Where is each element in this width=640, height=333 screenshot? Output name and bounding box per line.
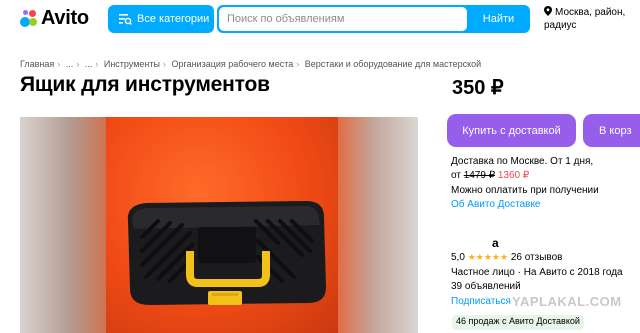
breadcrumb-item[interactable]: Главная xyxy=(20,59,54,69)
buy-with-delivery-button[interactable]: Купить с доставкой xyxy=(447,114,576,147)
sales-badge: 46 продаж с Авито Доставкой xyxy=(452,315,584,330)
breadcrumb-item[interactable]: ... xyxy=(85,59,93,69)
seller-type: Частное лицо · На Авито с 2018 года xyxy=(451,267,623,278)
find-button[interactable]: Найти xyxy=(467,5,530,33)
breadcrumb-item[interactable]: Инструменты xyxy=(104,59,160,69)
photo-blur-left xyxy=(20,117,106,333)
location-pin-icon xyxy=(544,6,552,16)
pay-on-receipt: Можно оплатить при получении xyxy=(451,185,599,196)
search-icon xyxy=(118,12,132,26)
search-bar: Найти xyxy=(217,5,530,33)
breadcrumb-item[interactable]: Организация рабочего места xyxy=(171,59,293,69)
subscribe-link[interactable]: Подписаться xyxy=(451,296,511,307)
reviews-link[interactable]: 26 отзывов xyxy=(511,252,563,263)
logo-text: Avito xyxy=(41,6,89,29)
about-delivery-link[interactable]: Об Авито Доставке xyxy=(451,199,541,210)
location-text: Москва, район, радиус xyxy=(544,7,626,31)
location-selector[interactable]: Москва, район, радиус xyxy=(544,6,640,32)
delivery-info: Доставка по Москве. От 1 дня, xyxy=(451,156,594,167)
seller-rating: 5,0 ★★★★★ 26 отзывов xyxy=(451,252,562,263)
seller-ads-count[interactable]: 39 объявлений xyxy=(451,281,521,292)
add-to-cart-button[interactable]: В корз xyxy=(583,114,640,147)
avito-logo[interactable]: Avito xyxy=(20,6,89,30)
watermark: YAPLAKAL.COM xyxy=(512,294,622,309)
delivery-price: от 1479 ₽ 1360 ₽ xyxy=(451,170,529,181)
seller-name[interactable]: а xyxy=(492,236,499,250)
toolbox-image xyxy=(106,117,338,333)
all-categories-label: Все категории xyxy=(137,13,210,25)
rating-stars-icon: ★★★★★ xyxy=(467,252,509,262)
delivery-from: от xyxy=(451,170,461,181)
breadcrumb: Главная › ... › ... › Инструменты › Организа… xyxy=(20,59,482,69)
site-header: Avito Все категории Найти Москва, район,… xyxy=(0,0,640,44)
breadcrumb-item[interactable]: ... xyxy=(66,59,74,69)
delivery-new-price: 1360 ₽ xyxy=(497,170,530,181)
logo-dots-icon xyxy=(20,9,38,27)
breadcrumb-item[interactable]: Верстаки и оборудование для мастерской xyxy=(305,59,481,69)
page-title: Ящик для инструментов xyxy=(20,73,270,96)
rating-value: 5,0 xyxy=(451,252,465,263)
delivery-old-price: 1479 ₽ xyxy=(463,170,496,181)
listing-photo[interactable] xyxy=(20,117,418,333)
listing-price: 350 ₽ xyxy=(452,77,504,99)
photo-blur-right xyxy=(338,117,418,333)
all-categories-button[interactable]: Все категории xyxy=(108,5,214,33)
search-input[interactable] xyxy=(219,7,467,31)
